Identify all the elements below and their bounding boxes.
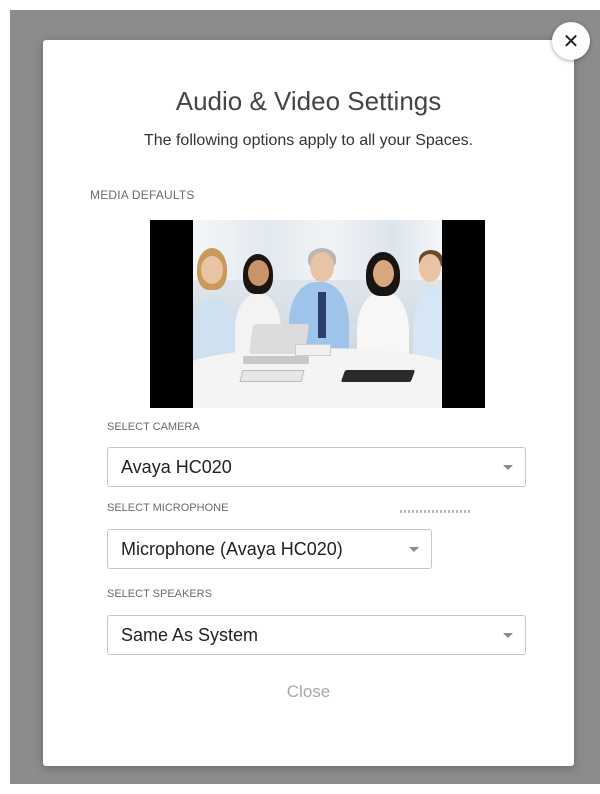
chevron-down-icon [409,547,419,552]
speakers-label: SELECT SPEAKERS [107,588,212,600]
microphone-select[interactable]: Microphone (Avaya HC020) [107,529,432,569]
close-icon[interactable]: ✕ [552,22,590,60]
settings-dialog: Audio & Video Settings The following opt… [43,40,574,766]
microphone-level-meter [400,510,472,513]
dialog-subtitle: The following options apply to all your … [143,132,474,149]
speakers-select-value: Same As System [121,625,259,645]
close-button[interactable]: Close [43,682,574,702]
speakers-select[interactable]: Same As System [107,615,526,655]
chevron-down-icon [503,633,513,638]
camera-select-value: Avaya HC020 [121,457,232,477]
microphone-select-value: Microphone (Avaya HC020) [121,539,343,559]
camera-label: SELECT CAMERA [107,421,200,433]
camera-preview [150,220,485,408]
chevron-down-icon [503,465,513,470]
section-label-media-defaults: MEDIA DEFAULTS [90,188,195,202]
microphone-label: SELECT MICROPHONE [107,502,229,514]
dialog-title: Audio & Video Settings [175,86,442,116]
camera-preview-image [193,220,442,408]
camera-select[interactable]: Avaya HC020 [107,447,526,487]
